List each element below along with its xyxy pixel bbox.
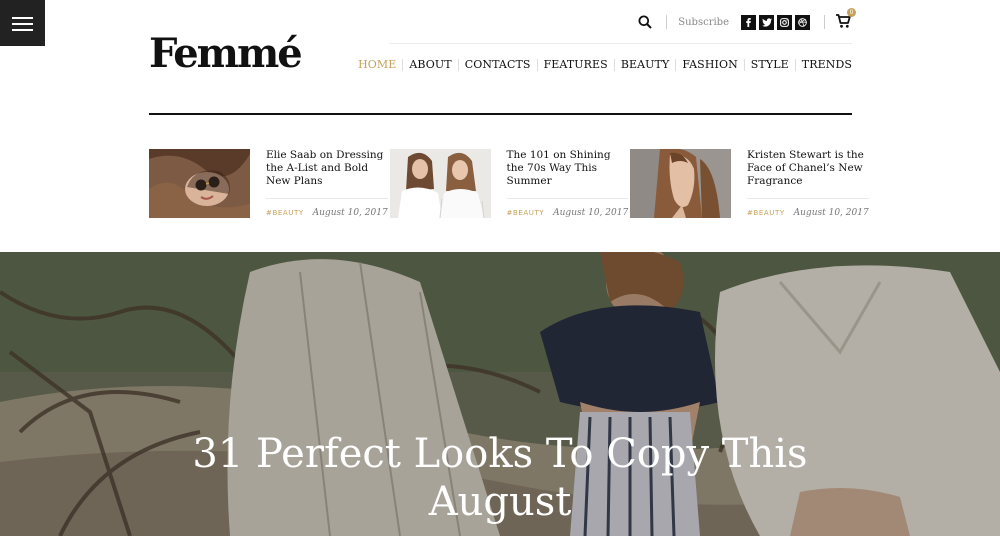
post-date: August 10, 2017 xyxy=(793,208,869,218)
nav-item-style[interactable]: STYLE xyxy=(751,58,789,71)
post-title[interactable]: Kristen Stewart is the Face of Chanel’s … xyxy=(747,149,869,199)
nav-divider xyxy=(613,58,615,71)
featured-posts: Elie Saab on Dressing the A-List and Bol… xyxy=(149,149,869,218)
post-category-tag[interactable]: #BEAUTY xyxy=(507,209,545,217)
facebook-icon[interactable] xyxy=(741,14,756,30)
divider xyxy=(824,15,825,29)
featured-post-card[interactable]: Elie Saab on Dressing the A-List and Bol… xyxy=(149,149,388,218)
nav-item-contacts[interactable]: CONTACTS xyxy=(465,58,531,71)
post-thumbnail-image[interactable] xyxy=(389,149,491,218)
nav-divider xyxy=(457,58,459,71)
main-navigation: HOME ABOUT CONTACTS FEATURES BEAUTY FASHION ST… xyxy=(358,58,852,71)
twitter-icon[interactable] xyxy=(759,14,774,30)
nav-divider xyxy=(675,58,677,71)
post-title[interactable]: Elie Saab on Dressing the A-List and Bol… xyxy=(266,149,388,199)
post-thumbnail-image[interactable] xyxy=(149,149,250,218)
nav-item-features[interactable]: FEATURES xyxy=(544,58,608,71)
dribbble-icon[interactable] xyxy=(795,14,810,30)
cart-icon[interactable]: 0 xyxy=(835,8,856,31)
site-logo[interactable]: Femmé xyxy=(149,34,303,74)
nav-divider xyxy=(743,58,745,71)
nav-item-about[interactable]: ABOUT xyxy=(409,58,451,71)
featured-post-card[interactable]: Kristen Stewart is the Face of Chanel’s … xyxy=(630,149,869,218)
header-divider xyxy=(389,43,852,44)
hamburger-line xyxy=(12,29,33,31)
nav-item-trends[interactable]: TRENDS xyxy=(802,58,852,71)
nav-divider xyxy=(794,58,796,71)
subscribe-link[interactable]: Subscribe xyxy=(678,17,729,28)
menu-toggle-button[interactable] xyxy=(0,0,45,46)
post-title[interactable]: The 101 on Shining the 70s Way This Summ… xyxy=(506,149,629,199)
featured-post-card[interactable]: The 101 on Shining the 70s Way This Summ… xyxy=(389,149,629,218)
nav-item-beauty[interactable]: BEAUTY xyxy=(621,58,670,71)
top-utility-bar: Subscribe 0 xyxy=(635,8,856,32)
post-date: August 10, 2017 xyxy=(312,208,388,218)
hero-title[interactable]: 31 Perfect Looks To Copy This August xyxy=(160,430,840,526)
post-category-tag[interactable]: #BEAUTY xyxy=(266,209,304,217)
post-thumbnail-image[interactable] xyxy=(630,149,731,218)
nav-item-fashion[interactable]: FASHION xyxy=(682,58,737,71)
divider xyxy=(666,15,668,29)
hero-banner[interactable]: 31 Perfect Looks To Copy This August xyxy=(0,252,1000,536)
search-icon[interactable] xyxy=(635,12,655,32)
nav-divider xyxy=(536,58,538,71)
nav-item-home[interactable]: HOME xyxy=(358,58,396,71)
cart-count-badge: 0 xyxy=(847,8,856,17)
instagram-icon[interactable] xyxy=(777,14,792,30)
post-category-tag[interactable]: #BEAUTY xyxy=(747,209,785,217)
social-links xyxy=(741,14,810,30)
post-date: August 10, 2017 xyxy=(553,208,629,218)
hamburger-line xyxy=(12,23,33,25)
header-rule xyxy=(149,113,852,115)
nav-divider xyxy=(402,58,404,71)
hamburger-line xyxy=(12,17,33,19)
